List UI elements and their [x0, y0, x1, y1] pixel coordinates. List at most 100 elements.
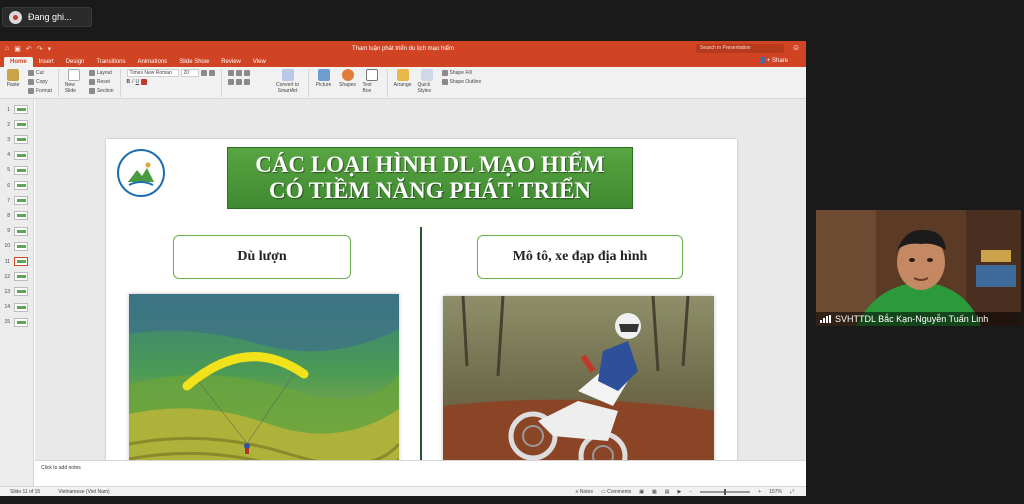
slide-thumbnail-12[interactable]: 12 — [3, 272, 28, 282]
slide-thumbnail-2[interactable]: 2 — [3, 120, 28, 130]
tab-animations[interactable]: Animations — [132, 57, 174, 67]
tab-home[interactable]: Home — [4, 57, 33, 67]
notes-button[interactable]: ≡ Notes — [576, 489, 593, 495]
align-left-icon[interactable] — [227, 79, 234, 85]
slide-thumbnail-5[interactable]: 5 — [3, 165, 28, 175]
participant-video[interactable]: SVHTTDL Bắc Kạn-Nguyễn Tuấn Linh — [816, 210, 1021, 326]
slide-thumbnail-7[interactable]: 7 — [3, 196, 28, 206]
paragliding-image — [129, 294, 399, 488]
format-painter-button[interactable]: Format — [28, 87, 52, 95]
tab-view[interactable]: View — [247, 57, 272, 67]
zoom-out-icon[interactable]: − — [689, 489, 692, 495]
align-center-icon[interactable] — [235, 79, 242, 85]
font-name-select[interactable]: Times New Roman — [126, 69, 179, 77]
indent-icon[interactable] — [243, 70, 250, 76]
normal-view-icon[interactable]: ▣ — [639, 489, 644, 495]
paragliding-photo — [129, 294, 399, 488]
bold-button[interactable]: B — [127, 79, 131, 85]
slide-thumbnail-10[interactable]: 10 — [3, 241, 28, 251]
shape-fill-label: Shape Fill — [449, 70, 472, 76]
slideshow-view-icon[interactable]: ▶ — [677, 489, 681, 495]
underline-button[interactable]: U — [136, 79, 140, 85]
reset-button[interactable]: Reset — [88, 78, 114, 86]
font-color-icon[interactable] — [141, 79, 148, 85]
logo-mountain-icon — [128, 162, 154, 186]
slide-thumbnail-image — [14, 287, 28, 297]
feedback-icon[interactable]: ☺ — [792, 43, 800, 52]
picture-label: Picture — [315, 82, 332, 88]
comments-button[interactable]: ▭ Comments — [601, 489, 631, 495]
fit-to-window-icon[interactable]: ⤢ — [790, 489, 794, 495]
language-indicator[interactable]: Vietnamese (Viet Nam) — [58, 489, 110, 495]
tab-slide-show[interactable]: Slide Show — [173, 57, 215, 67]
notes-pane[interactable]: Click to add notes — [35, 460, 806, 486]
arrange-button[interactable]: Arrange — [394, 69, 412, 88]
slide-thumbnail-image — [14, 302, 28, 312]
slide[interactable]: CÁC LOẠI HÌNH DL MẠO HIỂM CÓ TIỀM NĂNG P… — [106, 139, 737, 494]
italic-button[interactable]: I — [132, 79, 133, 85]
shapes-button[interactable]: Shapes — [339, 69, 357, 88]
new-slide-button[interactable]: New Slide — [65, 69, 83, 94]
font-size-select[interactable]: 20 — [180, 69, 199, 77]
participant-name: SVHTTDL Bắc Kạn-Nguyễn Tuấn Linh — [835, 314, 989, 324]
zoom-level[interactable]: 157% — [769, 489, 782, 495]
text-box-icon — [365, 69, 378, 81]
zoom-in-icon[interactable]: + — [758, 489, 761, 495]
slide-thumbnail-image — [14, 211, 28, 221]
tab-design[interactable]: Design — [60, 57, 91, 67]
zoom-slider[interactable] — [700, 488, 751, 495]
bullets-icon[interactable] — [227, 70, 234, 76]
tab-review[interactable]: Review — [215, 57, 247, 67]
comments-label: Comments — [607, 488, 632, 495]
title-bar: ⌂ ▣ ↶ ↷ ▾ Tham luận phát triển du lịch m… — [0, 41, 806, 56]
slide-thumbnail-image — [14, 196, 28, 206]
slide-thumbnail-image — [14, 120, 28, 130]
section-button[interactable]: Section — [88, 87, 114, 95]
slide-thumbnail-14[interactable]: 14 — [3, 302, 28, 312]
quick-styles-label: Quick Styles — [417, 82, 432, 94]
slide-thumbnail-11[interactable]: 11 — [3, 257, 28, 266]
text-box-button[interactable]: Text Box — [363, 69, 381, 94]
slide-thumbnail-3[interactable]: 3 — [3, 135, 28, 145]
signal-icon — [820, 315, 831, 323]
align-right-icon[interactable] — [243, 79, 250, 85]
smartart-icon — [281, 69, 294, 81]
paste-button[interactable]: Paste — [4, 69, 22, 88]
slide-thumbnail-1[interactable]: 1 — [3, 105, 28, 114]
share-button[interactable]: 👤+ Share — [759, 57, 788, 64]
participant-video-image — [816, 210, 1021, 326]
section-label: Section — [96, 88, 114, 94]
numbering-icon[interactable] — [235, 70, 242, 76]
text-box-label: Text Box — [362, 82, 372, 94]
slide-thumbnail-4[interactable]: 4 — [3, 150, 28, 160]
shape-outline-label: Shape Outline — [449, 79, 482, 85]
shrink-font-icon[interactable] — [208, 70, 215, 76]
sorter-view-icon[interactable]: ▦ — [652, 489, 657, 495]
slide-thumbnail-9[interactable]: 9 — [3, 226, 28, 236]
notes-label: Notes — [579, 488, 593, 495]
slide-thumbnail-number: 9 — [7, 228, 10, 235]
new-slide-label: New Slide — [64, 82, 76, 94]
tab-transitions[interactable]: Transitions — [90, 57, 131, 67]
picture-button[interactable]: Picture — [315, 69, 333, 88]
convert-smartart-button[interactable]: Convert to SmartArt — [274, 69, 302, 94]
slide-thumbnail-number: 7 — [7, 197, 10, 204]
shape-fill-button[interactable]: Shape Fill — [441, 69, 482, 77]
reading-view-icon[interactable]: ▤ — [665, 489, 670, 495]
slide-thumbnail-8[interactable]: 8 — [3, 211, 28, 221]
copy-label: Copy — [36, 79, 48, 85]
tab-insert[interactable]: Insert — [33, 57, 60, 67]
slide-title-line2: CÓ TIỀM NĂNG PHÁT TRIỂN — [268, 178, 592, 203]
layout-button[interactable]: Layout — [88, 69, 114, 77]
copy-button[interactable]: Copy — [28, 78, 52, 86]
search-input[interactable]: Search in Presentation — [696, 44, 784, 53]
slide-thumbnail-13[interactable]: 13 — [3, 287, 28, 297]
slide-thumbnail-15[interactable]: 15 — [3, 317, 28, 327]
shape-outline-button[interactable]: Shape Outline — [441, 78, 482, 86]
slide-thumbnails-panel: 1 2 3 4 5 6 7 8 9 10 11 12 13 14 15 — [0, 99, 34, 494]
slide-thumbnail-6[interactable]: 6 — [3, 181, 28, 190]
cut-button[interactable]: Cut — [28, 69, 52, 77]
recording-indicator[interactable]: Đang ghi... — [2, 7, 92, 27]
grow-font-icon[interactable] — [200, 70, 207, 76]
quick-styles-button[interactable]: Quick Styles — [418, 69, 436, 94]
